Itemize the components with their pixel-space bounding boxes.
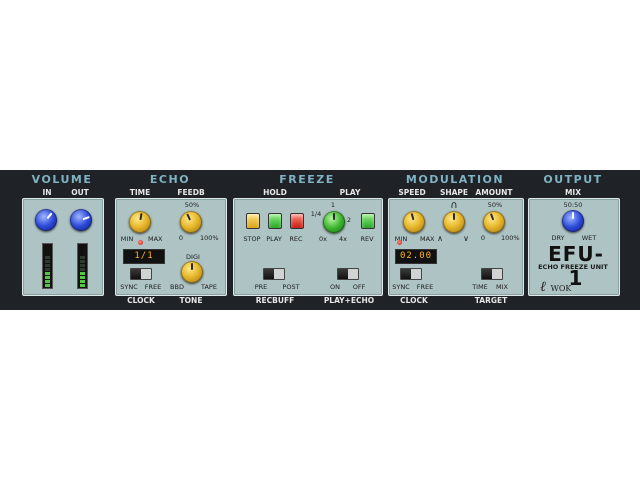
echo-sync-label: SYNC [120, 283, 138, 291]
digi-label: DIGI [186, 253, 200, 261]
on-label: ON [330, 283, 340, 291]
mod-speed-knob[interactable] [403, 211, 425, 233]
mix-label: MIX [564, 188, 582, 197]
section-title-modulation: MODULATION [405, 173, 505, 186]
echo-time-display: 1/1 [123, 249, 165, 264]
hold-play-btn-label: PLAY [266, 235, 282, 243]
tone-label: TONE [179, 296, 203, 305]
hold-label: HOLD [263, 188, 287, 197]
product-subtitle: ECHO FREEZE UNIT [538, 263, 608, 271]
feedb-label: FEEDB [177, 188, 205, 197]
recbuff-toggle[interactable] [263, 268, 285, 280]
recbuff-label: RECBUFF [255, 296, 295, 305]
post-label: POST [282, 283, 300, 291]
stop-label: STOP [243, 235, 261, 243]
section-title-freeze: FREEZE [279, 173, 335, 186]
tape-label: TAPE [201, 283, 217, 291]
speed-quarter-label: 1/4 [310, 210, 322, 218]
feedback-knob[interactable] [180, 211, 202, 233]
amount-label: AMOUNT [475, 188, 513, 197]
dry-label: DRY [551, 234, 565, 242]
feedb-top-label: 50% [184, 201, 200, 209]
feedb-max-label: 100% [200, 234, 219, 242]
brand-logo-icon: ℓ [540, 279, 546, 295]
bbd-label: BBD [170, 283, 184, 291]
amount-top-label: 50% [487, 201, 503, 209]
shape-saw-icon: ∧ [437, 234, 443, 243]
speed-four-label: 4x [339, 235, 347, 243]
out-label: OUT [71, 188, 89, 197]
shape-label: SHAPE [439, 188, 469, 197]
off-label: OFF [352, 283, 366, 291]
speed-zero-label: 0x [319, 235, 327, 243]
out-level-meter [77, 243, 88, 289]
speed-one-label: 1 [330, 201, 336, 209]
mod-speed-max-label: MAX [420, 235, 435, 243]
section-title-output: OUTPUT [543, 173, 603, 186]
mix-top-label: 50:50 [563, 201, 583, 209]
speed-two-label: 2 [346, 216, 352, 224]
mod-clock-label: CLOCK [400, 296, 428, 305]
target-mix-label: MIX [496, 283, 508, 291]
play-echo-toggle[interactable] [337, 268, 359, 280]
in-volume-knob[interactable] [35, 209, 57, 231]
amount-min-label: 0 [480, 234, 486, 242]
shape-top-symbol: ∩ [450, 200, 458, 211]
echo-sync-led [138, 240, 143, 245]
play-speed-knob[interactable] [323, 211, 345, 233]
echo-free-label: FREE [144, 283, 162, 291]
volume-panel [22, 198, 104, 296]
play-echo-label: PLAY+ECHO [323, 296, 375, 305]
in-label: IN [42, 188, 52, 197]
echo-sync-toggle[interactable] [130, 268, 152, 280]
mod-sync-led [397, 240, 402, 245]
pre-label: PRE [254, 283, 268, 291]
amount-max-label: 100% [501, 234, 520, 242]
section-title-volume: VOLUME [31, 173, 93, 186]
mod-sync-toggle[interactable] [400, 268, 422, 280]
echo-time-knob[interactable] [129, 211, 151, 233]
mod-sync-label: SYNC [392, 283, 410, 291]
hold-play-button[interactable] [268, 213, 282, 229]
mod-free-label: FREE [416, 283, 434, 291]
shape-ramp-icon: ∨ [463, 234, 469, 243]
target-time-label: TIME [472, 283, 488, 291]
wet-label: WET [581, 234, 597, 242]
target-label: TARGET [474, 296, 508, 305]
echo-clock-label: CLOCK [127, 296, 155, 305]
target-toggle[interactable] [481, 268, 503, 280]
time-max-label: MAX [148, 235, 163, 243]
section-title-echo: ECHO [149, 173, 191, 186]
play-label: PLAY [339, 188, 361, 197]
time-min-label: MIN [120, 235, 134, 243]
speed-label: SPEED [398, 188, 426, 197]
rec-label: REC [289, 235, 303, 243]
rev-button[interactable] [361, 213, 375, 229]
time-label: TIME [129, 188, 151, 197]
tone-knob[interactable] [181, 261, 203, 283]
rec-button[interactable] [290, 213, 304, 229]
shape-knob[interactable] [443, 211, 465, 233]
stop-button[interactable] [246, 213, 260, 229]
mix-knob[interactable] [562, 210, 584, 232]
amount-knob[interactable] [483, 211, 505, 233]
in-level-meter [42, 243, 53, 289]
feedb-min-label: 0 [178, 234, 184, 242]
rev-label: REV [360, 235, 374, 243]
out-volume-knob[interactable] [70, 209, 92, 231]
brand-name: WOK [550, 284, 572, 293]
mod-speed-display: 02.00 [395, 249, 437, 264]
